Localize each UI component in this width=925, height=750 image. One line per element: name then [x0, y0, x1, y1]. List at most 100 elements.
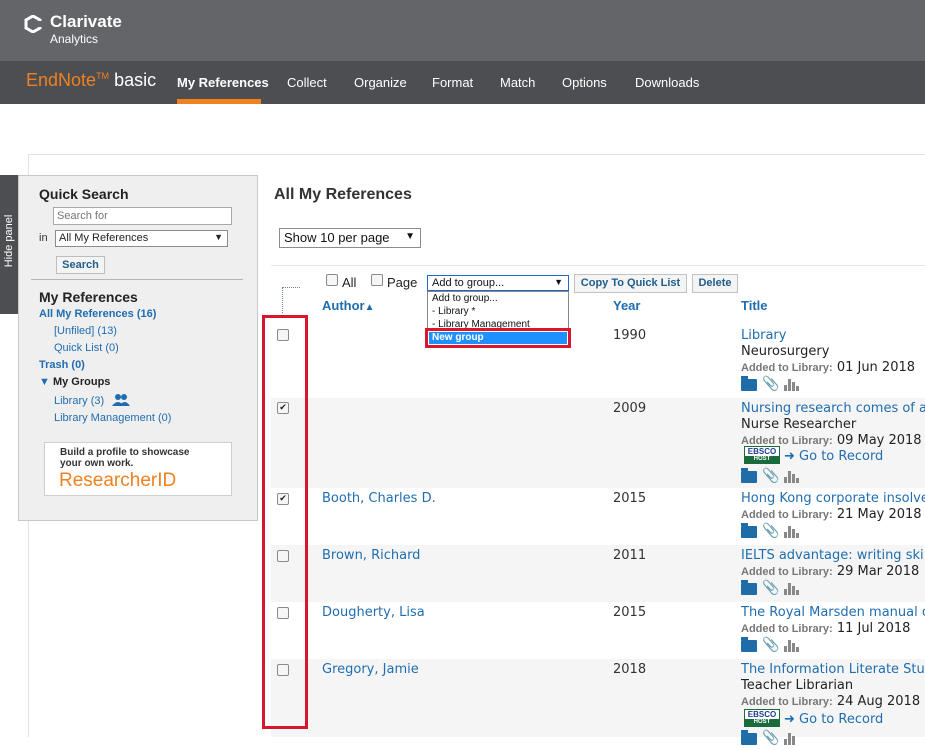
folder-icon[interactable]: [741, 580, 757, 595]
paperclip-icon[interactable]: 📎: [762, 377, 779, 391]
my-groups-toggle[interactable]: ▼ My Groups: [39, 376, 110, 388]
dropdown-option-library[interactable]: - Library *: [432, 306, 475, 317]
dropdown-arrow-icon: ▼: [554, 277, 563, 287]
row-author[interactable]: Booth, Charles D.: [322, 491, 436, 506]
row-title[interactable]: The Information Literate Stu: [741, 662, 925, 677]
select-all-checkbox[interactable]: [326, 274, 338, 286]
row-title[interactable]: Hong Kong corporate insolve: [741, 491, 925, 506]
search-scope-select[interactable]: All My References ▼: [55, 230, 228, 247]
paperclip-icon[interactable]: 📎: [762, 469, 779, 483]
ebsco-top: EBSCO: [747, 710, 777, 719]
search-scope-value: All My References: [59, 232, 149, 244]
row-year: 2018: [613, 662, 647, 677]
sort-arrow-icon: ▲: [364, 302, 375, 313]
researcherid-promo-line2: your own work.: [60, 458, 134, 469]
researcherid-promo: Build a profile to showcase your own wor…: [60, 447, 189, 469]
row-title[interactable]: Library: [741, 328, 786, 343]
trash-link[interactable]: Trash (0): [39, 359, 85, 371]
nav-options[interactable]: Options: [562, 75, 607, 90]
brand-name: Clarivate: [50, 12, 122, 31]
row-year: 1990: [613, 328, 647, 343]
added-date: 11 Jul 2018: [836, 621, 911, 636]
quick-search-title: Quick Search: [39, 186, 129, 202]
paperclip-icon[interactable]: 📎: [762, 638, 779, 652]
researcherid-logo: ResearcherID: [59, 470, 177, 491]
per-page-value: Show 10 per page: [284, 230, 390, 245]
row-added: Added to Library: 01 Jun 2018: [741, 360, 915, 375]
ebsco-host-icon[interactable]: EBSCO HOST: [744, 709, 780, 727]
row-title[interactable]: The Royal Marsden manual o: [741, 605, 925, 620]
app-name-tm: TM: [96, 71, 110, 81]
per-page-select[interactable]: Show 10 per page ▼: [279, 228, 421, 248]
unfiled-link[interactable]: [Unfiled] (13): [54, 325, 117, 337]
search-input[interactable]: [53, 207, 232, 225]
nav-downloads[interactable]: Downloads: [635, 75, 699, 90]
folder-icon[interactable]: [741, 376, 757, 391]
delete-button[interactable]: Delete: [692, 274, 738, 293]
bar-chart-icon[interactable]: [784, 581, 800, 595]
group-name: Library: [54, 395, 88, 407]
bar-chart-icon[interactable]: [784, 524, 800, 538]
bar-chart-icon[interactable]: [784, 469, 800, 483]
added-label: Added to Library:: [741, 696, 833, 708]
folder-icon[interactable]: [741, 637, 757, 652]
group-library-management-link[interactable]: Library Management (0): [54, 412, 171, 424]
column-header-title[interactable]: Title: [741, 298, 768, 313]
added-label: Added to Library:: [741, 566, 833, 578]
row-title[interactable]: Nursing research comes of a: [741, 401, 925, 416]
row-title[interactable]: IELTS advantage: writing ski: [741, 548, 924, 563]
highlight-checkbox-column: [262, 315, 308, 729]
column-header-year[interactable]: Year: [613, 298, 640, 313]
row-author[interactable]: Dougherty, Lisa: [322, 605, 425, 620]
paperclip-icon[interactable]: 📎: [762, 524, 779, 538]
go-to-record-link[interactable]: ➜ Go to Record: [784, 712, 883, 727]
row-author[interactable]: Gregory, Jamie: [322, 662, 419, 677]
folder-icon[interactable]: [741, 730, 757, 745]
my-groups-label: My Groups: [52, 376, 111, 388]
shared-group-icon[interactable]: [111, 393, 131, 407]
added-label: Added to Library:: [741, 362, 833, 374]
row-year: 2015: [613, 491, 647, 506]
nav-collect[interactable]: Collect: [287, 75, 327, 90]
bar-chart-icon[interactable]: [784, 638, 800, 652]
row-icons: 📎: [741, 730, 804, 745]
folder-icon[interactable]: [741, 523, 757, 538]
hide-panel-tab[interactable]: Hide panel: [0, 175, 18, 314]
select-all-label: All: [342, 275, 357, 290]
select-page-checkbox[interactable]: [371, 274, 383, 286]
go-to-record-label: Go to Record: [799, 449, 884, 464]
bar-chart-icon[interactable]: [784, 377, 800, 391]
row-added: Added to Library: 24 Aug 2018: [741, 694, 920, 709]
nav-organize[interactable]: Organize: [354, 75, 407, 90]
ebsco-host-icon[interactable]: EBSCO HOST: [744, 446, 780, 464]
left-panel: Quick Search in All My References ▼ Sear…: [18, 175, 258, 521]
bar-chart-icon[interactable]: [784, 731, 799, 745]
paperclip-icon[interactable]: 📎: [762, 731, 779, 745]
dropdown-arrow-icon: ▼: [214, 232, 223, 242]
researcherid-promo-line1: Build a profile to showcase: [60, 447, 190, 458]
group-count: (0): [157, 412, 172, 424]
paperclip-icon[interactable]: 📎: [762, 581, 779, 595]
go-to-record-link[interactable]: ➜ Go to Record: [784, 449, 883, 464]
group-library-link[interactable]: Library (3): [54, 395, 104, 407]
nav-format[interactable]: Format: [432, 75, 473, 90]
folder-icon[interactable]: [741, 468, 757, 483]
researcherid-banner[interactable]: Build a profile to showcase your own wor…: [44, 442, 232, 496]
dropdown-option-add-to-group[interactable]: Add to group...: [432, 293, 498, 304]
added-date: 24 Aug 2018: [836, 694, 921, 709]
nav-my-references[interactable]: My References: [177, 75, 269, 90]
all-my-references-link[interactable]: All My References (16): [39, 308, 156, 320]
app-name: EndNoteTM basic: [26, 70, 156, 91]
row-icons: 📎: [741, 637, 804, 652]
copy-to-quick-list-button[interactable]: Copy To Quick List: [574, 274, 687, 293]
quick-list-link[interactable]: Quick List (0): [54, 342, 119, 354]
brand-sub: Analytics: [50, 32, 99, 46]
nav-match[interactable]: Match: [500, 75, 535, 90]
row-author[interactable]: Brown, Richard: [322, 548, 420, 563]
group-name: Library Management: [54, 412, 155, 424]
column-header-author[interactable]: Author▲: [322, 298, 375, 313]
row-icons: 📎: [741, 523, 804, 538]
search-button[interactable]: Search: [56, 256, 105, 274]
add-to-group-select[interactable]: Add to group... ▼: [427, 275, 569, 291]
row-journal: Teacher Librarian: [741, 678, 854, 693]
